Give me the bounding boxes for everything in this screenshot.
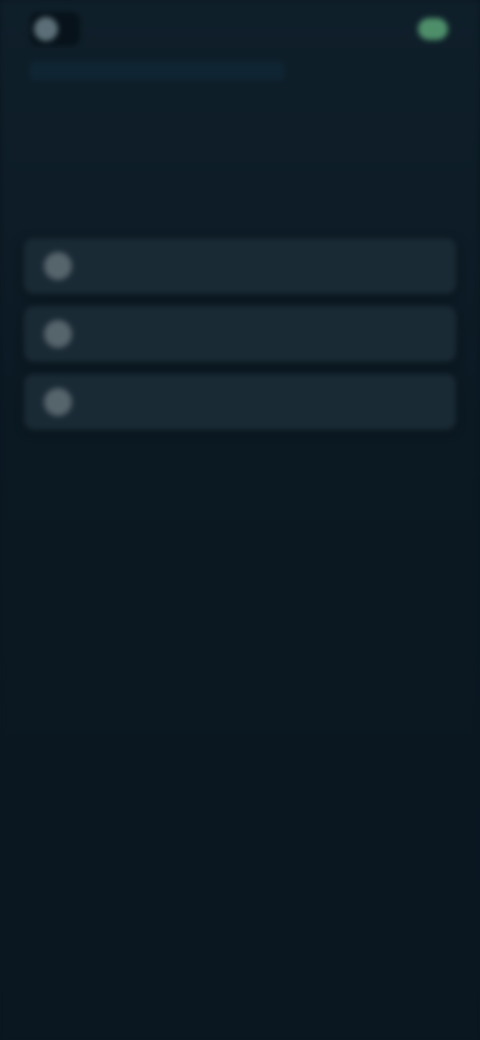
option-item-3[interactable] (24, 374, 456, 430)
option-item-2[interactable] (24, 306, 456, 362)
brand[interactable] (30, 12, 80, 46)
notice-banner (30, 62, 284, 80)
logo-icon (34, 17, 58, 41)
circle-icon (44, 388, 72, 416)
circle-icon (44, 252, 72, 280)
circle-icon (44, 320, 72, 348)
top-bar (0, 0, 480, 60)
toggle-button[interactable] (418, 18, 448, 40)
top-actions (408, 18, 448, 40)
option-item-1[interactable] (24, 238, 456, 294)
app-screen (0, 0, 480, 1040)
options-list (24, 238, 456, 442)
